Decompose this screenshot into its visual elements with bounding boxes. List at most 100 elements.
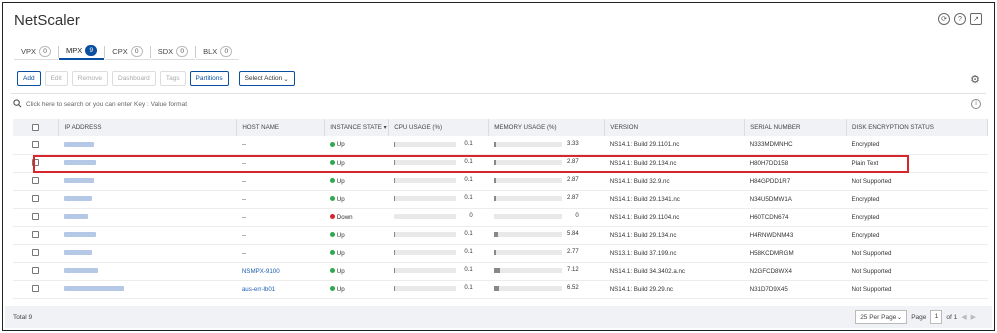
select-action-dropdown[interactable]: Select Action ⌄ bbox=[238, 71, 295, 86]
table-row[interactable]: aus-err-lb01 Up 0.1 6.52 NS14.1: Build 29.29… bbox=[13, 280, 988, 299]
external-link-icon[interactable]: ↗ bbox=[970, 13, 982, 25]
serial-number-cell: H4RNWDNM43 bbox=[744, 226, 847, 245]
host-name-cell: -- bbox=[236, 136, 325, 155]
memory-usage-bar bbox=[493, 249, 562, 255]
serial-number-cell: N2GFCD8WX4 bbox=[744, 262, 847, 281]
ip-address-cell[interactable] bbox=[58, 172, 237, 191]
row-checkbox[interactable] bbox=[32, 267, 39, 275]
redacted-ip-address[interactable] bbox=[63, 142, 94, 148]
row-checkbox[interactable] bbox=[32, 141, 39, 149]
search-input[interactable]: Click here to search or you can enter Ke… bbox=[26, 101, 187, 108]
info-icon[interactable]: i bbox=[971, 99, 981, 109]
column-header[interactable]: IP ADDRESS bbox=[58, 119, 238, 136]
select-all-checkbox[interactable] bbox=[32, 123, 39, 131]
table-row[interactable]: -- Up 0.1 3.33 NS14.1: Build 29.1101.nc N333M… bbox=[13, 136, 988, 155]
redacted-ip-address[interactable] bbox=[63, 214, 88, 220]
table-row[interactable]: -- Down 0 0 NS14.1: Build 29.1104.nc H60TCDN6… bbox=[13, 208, 988, 227]
instance-state-cell: Up bbox=[324, 280, 389, 299]
edit-button[interactable]: Edit bbox=[44, 71, 68, 86]
instance-state: Up bbox=[336, 195, 345, 203]
page-input[interactable]: 1 bbox=[930, 310, 943, 324]
serial-number-cell: N31D7D9X45 bbox=[744, 280, 847, 299]
ip-address-cell[interactable] bbox=[58, 154, 237, 173]
row-select-cell bbox=[13, 154, 59, 173]
redacted-ip-address[interactable] bbox=[63, 178, 94, 184]
remove-button[interactable]: Remove bbox=[71, 71, 108, 86]
table-row[interactable]: -- Up 0.1 2.87 NS14.1: Build 29.134.nc H80H7D… bbox=[13, 154, 988, 173]
column-header[interactable]: MEMORY USAGE (%) bbox=[488, 119, 606, 136]
column-header[interactable]: CPU USAGE (%) bbox=[388, 119, 490, 136]
tags-button[interactable]: Tags bbox=[159, 71, 186, 86]
host-name[interactable]: aus-err-lb01 bbox=[242, 286, 275, 293]
column-header[interactable]: DISK ENCRYPTION STATUS bbox=[846, 119, 988, 136]
next-page-icon[interactable]: ▶ bbox=[971, 313, 976, 321]
memory-usage-value: 2.87 bbox=[567, 195, 579, 202]
tab-vpx[interactable]: VPX 0 bbox=[14, 43, 59, 60]
table-row[interactable]: -- Up 0.1 2.77 NS13.1: Build 37.199.nc H58KCD… bbox=[13, 244, 988, 263]
column-header-label: INSTANCE STATE bbox=[330, 124, 382, 131]
row-checkbox[interactable] bbox=[32, 231, 39, 239]
tab-cpx[interactable]: CPX 0 bbox=[105, 43, 150, 60]
row-checkbox[interactable] bbox=[32, 213, 39, 221]
host-name: -- bbox=[241, 249, 246, 257]
dashboard-button[interactable]: Dashboard bbox=[112, 71, 156, 86]
disk-encryption-cell: Not Supported bbox=[846, 172, 988, 191]
ip-address-cell[interactable] bbox=[58, 226, 237, 245]
serial-number-cell: H58KCDMRGM bbox=[744, 244, 847, 263]
redacted-ip-address[interactable] bbox=[63, 268, 98, 274]
row-checkbox[interactable] bbox=[32, 249, 39, 257]
row-checkbox[interactable] bbox=[32, 195, 39, 203]
redacted-ip-address[interactable] bbox=[63, 232, 96, 238]
ip-address-cell[interactable] bbox=[58, 262, 237, 281]
ip-address-cell[interactable] bbox=[58, 208, 237, 227]
page-total: of 1 bbox=[946, 313, 958, 321]
memory-usage-cell: 5.84 bbox=[488, 226, 605, 245]
table-row[interactable]: NSMPX-9100 Up 0.1 7.12 NS14.1: Build 34.3402… bbox=[13, 262, 988, 281]
status-dot-icon bbox=[329, 196, 335, 202]
memory-usage-fill bbox=[493, 267, 500, 273]
table-row[interactable]: -- Up 0.1 2.87 NS14.1: Build 29.1341.nc N34U5… bbox=[13, 190, 988, 209]
memory-usage-value: 6.52 bbox=[567, 285, 579, 292]
ip-address-cell[interactable] bbox=[58, 136, 237, 155]
version-cell: NS14.1: Build 29.1341.nc bbox=[604, 190, 745, 209]
help-icon[interactable]: ? bbox=[954, 13, 966, 25]
chevron-down-icon: ⌄ bbox=[283, 75, 289, 83]
host-name: -- bbox=[241, 195, 246, 203]
redacted-ip-address[interactable] bbox=[63, 250, 92, 256]
add-button[interactable]: Add bbox=[17, 71, 41, 86]
column-header[interactable]: SERIAL NUMBER bbox=[744, 119, 848, 136]
instance-state-cell: Up bbox=[324, 226, 389, 245]
redacted-ip-address[interactable] bbox=[63, 286, 124, 292]
column-header-label: HOST NAME bbox=[242, 124, 280, 131]
tab-sdx[interactable]: SDX 0 bbox=[150, 43, 196, 60]
host-name[interactable]: NSMPX-9100 bbox=[242, 268, 280, 275]
ip-address-cell[interactable] bbox=[58, 280, 237, 299]
table-row[interactable]: -- Up 0.1 2.87 NS14.1: Build 32.9.nc H84GPDD1… bbox=[13, 172, 988, 191]
memory-usage-cell: 2.77 bbox=[488, 244, 605, 263]
redacted-ip-address[interactable] bbox=[63, 160, 96, 166]
redacted-ip-address[interactable] bbox=[63, 196, 92, 202]
tab-mpx[interactable]: MPX 9 bbox=[59, 43, 105, 60]
column-header-label: DISK ENCRYPTION STATUS bbox=[852, 124, 934, 131]
tab-blx[interactable]: BLX 0 bbox=[196, 43, 240, 60]
gear-icon[interactable]: ⚙ bbox=[970, 73, 980, 86]
instance-state-cell: Up bbox=[324, 136, 389, 155]
instance-state: Up bbox=[336, 267, 345, 275]
ip-address-cell[interactable] bbox=[58, 244, 237, 263]
column-header[interactable]: INSTANCE STATE ▾ bbox=[324, 119, 390, 136]
sort-desc-icon[interactable]: ▾ bbox=[382, 124, 387, 131]
table-row[interactable]: -- Up 0.1 5.84 NS14.1: Build 29.134.nc H4RNWD… bbox=[13, 226, 988, 245]
table-header-row: IP ADDRESS HOST NAME INSTANCE STATE ▾ CPU U… bbox=[13, 119, 988, 136]
search-bar[interactable]: Click here to search or you can enter Ke… bbox=[13, 99, 187, 110]
row-checkbox[interactable] bbox=[32, 177, 39, 185]
cpu-usage-value: 0.1 bbox=[464, 177, 473, 184]
ip-address-cell[interactable] bbox=[58, 190, 237, 209]
per-page-select[interactable]: 25 Per Page ⌄ bbox=[855, 310, 908, 324]
refresh-icon[interactable]: ⟳ bbox=[938, 13, 950, 25]
column-header[interactable]: VERSION bbox=[604, 119, 746, 136]
prev-page-icon[interactable]: ◀ bbox=[961, 313, 966, 321]
column-header[interactable]: HOST NAME bbox=[236, 119, 326, 136]
row-checkbox[interactable] bbox=[32, 159, 39, 167]
partitions-button[interactable]: Partitions bbox=[189, 71, 229, 86]
row-checkbox[interactable] bbox=[32, 285, 39, 293]
